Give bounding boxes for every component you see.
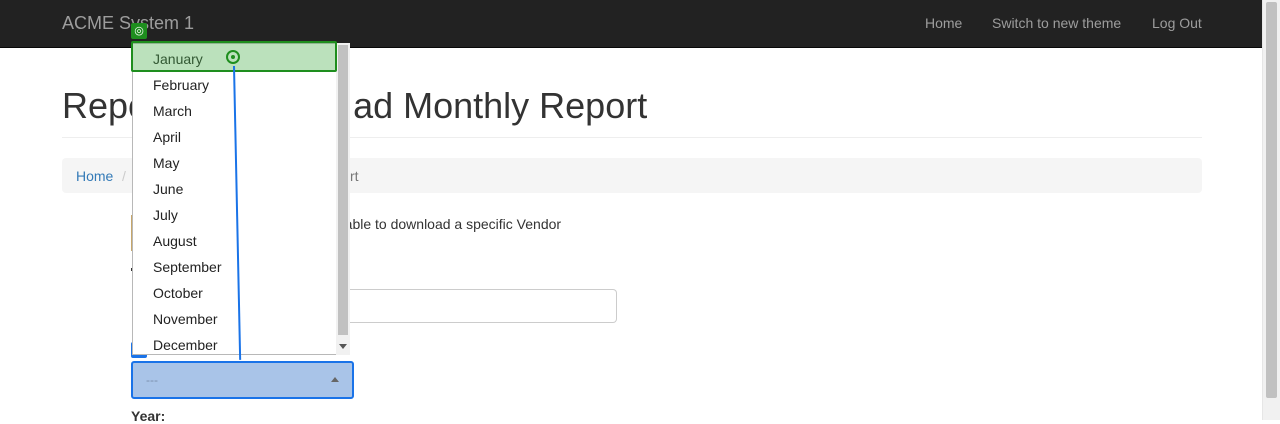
month-option-march[interactable]: March <box>153 102 192 120</box>
month-option-june[interactable]: June <box>153 180 183 198</box>
month-select[interactable]: --- <box>131 361 354 399</box>
vendor-input[interactable] <box>340 289 617 323</box>
month-dropdown-list: January February March April May June Ju… <box>132 43 350 355</box>
crosshair-icon <box>226 50 240 64</box>
month-option-september[interactable]: September <box>153 258 221 276</box>
scroll-down-icon[interactable] <box>339 344 347 349</box>
month-select-value: --- <box>146 373 158 387</box>
breadcrumb-current: rt <box>350 168 359 184</box>
month-option-may[interactable]: May <box>153 154 179 172</box>
month-option-october[interactable]: October <box>153 284 203 302</box>
dropdown-scrollbar-thumb[interactable] <box>338 45 348 335</box>
brand-link[interactable]: ACME System 1 <box>62 12 194 34</box>
page-scrollbar[interactable] <box>1262 0 1280 420</box>
nav-logout-link[interactable]: Log Out <box>1152 15 1202 32</box>
year-label: Year: <box>131 408 166 424</box>
target-icon: ◎ <box>131 23 147 39</box>
page-scrollbar-thumb[interactable] <box>1266 2 1277 398</box>
breadcrumb-home-link[interactable]: Home <box>76 168 113 184</box>
chevron-up-icon <box>331 377 339 382</box>
info-text: e able to download a specific Vendor <box>333 216 562 232</box>
breadcrumb-separator: / <box>122 168 126 184</box>
dropdown-scrollbar[interactable] <box>336 43 350 355</box>
month-option-february[interactable]: February <box>153 76 209 94</box>
month-option-april[interactable]: April <box>153 128 181 146</box>
month-option-august[interactable]: August <box>153 232 197 250</box>
month-option-july[interactable]: July <box>153 206 178 224</box>
month-option-november[interactable]: November <box>153 310 218 328</box>
month-option-december[interactable]: December <box>153 336 218 354</box>
nav-home-link[interactable]: Home <box>925 15 962 32</box>
nav-switch-theme-link[interactable]: Switch to new theme <box>992 15 1121 32</box>
